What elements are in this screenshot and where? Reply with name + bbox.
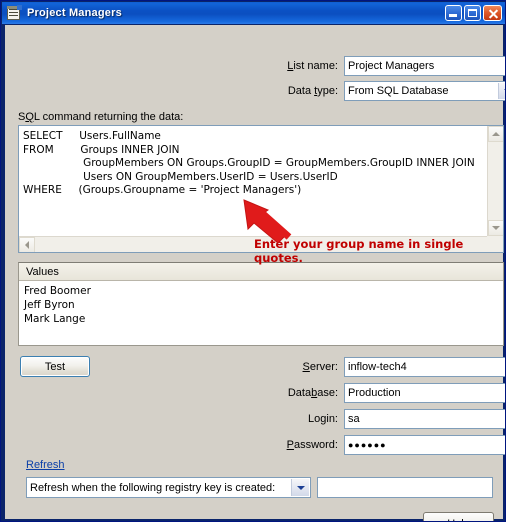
- database-input[interactable]: Production: [344, 382, 505, 403]
- refresh-link-label: Refresh: [26, 459, 65, 471]
- data-type-value: From SQL Database: [348, 84, 449, 97]
- data-type-label: Data type:: [287, 84, 338, 97]
- password-value: ●●●●●●: [348, 439, 387, 450]
- dialog-window: Project Managers List name: Project Mana…: [0, 0, 506, 522]
- refresh-condition-select[interactable]: Refresh when the following registry key …: [26, 477, 311, 498]
- refresh-key-input[interactable]: [317, 477, 493, 498]
- refresh-condition-value: Refresh when the following registry key …: [30, 481, 276, 494]
- list-name-label: List name:: [287, 59, 338, 72]
- sql-vertical-scrollbar[interactable]: [487, 126, 503, 236]
- list-item[interactable]: Fred Boomer: [24, 284, 503, 298]
- chevron-down-icon[interactable]: [498, 82, 505, 99]
- values-column-header: Values: [19, 263, 503, 281]
- database-row: Database: Production: [256, 382, 505, 403]
- data-type-select[interactable]: From SQL Database: [344, 80, 505, 101]
- help-button-label: Help: [447, 518, 470, 522]
- login-row: Login: sa: [256, 408, 505, 429]
- sql-command-label: SQL command returning the data:: [18, 111, 184, 123]
- list-name-row: List name: Project Managers: [256, 55, 505, 76]
- password-row: Password: ●●●●●●: [256, 434, 505, 455]
- sql-command-text: SELECT Users.FullName FROM Groups INNER …: [23, 130, 475, 196]
- list-item[interactable]: Mark Lange: [24, 312, 503, 326]
- help-button[interactable]: Help: [423, 512, 494, 522]
- maximize-icon: [468, 9, 477, 17]
- chevron-down-icon[interactable]: [291, 479, 309, 496]
- test-button[interactable]: Test: [20, 356, 90, 377]
- server-row: Server: inflow-tech4: [256, 356, 505, 377]
- window-title: Project Managers: [27, 7, 122, 19]
- login-value: sa: [348, 412, 360, 425]
- sql-horizontal-scrollbar[interactable]: [19, 236, 487, 252]
- scroll-up-icon[interactable]: [488, 126, 503, 142]
- values-panel[interactable]: Values Fred Boomer Jeff Byron Mark Lange: [18, 262, 504, 346]
- database-value: Production: [348, 386, 401, 399]
- title-bar[interactable]: Project Managers: [2, 2, 505, 24]
- scrollbar-corner: [487, 236, 503, 252]
- data-type-row: Data type: From SQL Database: [256, 80, 505, 101]
- password-input[interactable]: ●●●●●●: [344, 434, 505, 455]
- maximize-button[interactable]: [464, 5, 481, 21]
- scroll-down-icon[interactable]: [488, 220, 503, 236]
- sql-command-textarea[interactable]: SELECT Users.FullName FROM Groups INNER …: [18, 125, 504, 253]
- server-label: Server:: [302, 360, 338, 373]
- server-input[interactable]: inflow-tech4: [344, 356, 505, 377]
- server-value: inflow-tech4: [348, 360, 407, 373]
- login-input[interactable]: sa: [344, 408, 505, 429]
- list-name-value: Project Managers: [348, 59, 435, 72]
- caption-buttons: [445, 5, 504, 21]
- scroll-left-icon[interactable]: [19, 237, 35, 252]
- values-list[interactable]: Fred Boomer Jeff Byron Mark Lange: [19, 281, 503, 326]
- dialog-body: List name: Project Managers Data type: F…: [5, 25, 505, 522]
- list-document-icon: [6, 5, 22, 21]
- refresh-link[interactable]: Refresh: [26, 459, 65, 471]
- database-label: Database:: [287, 386, 338, 399]
- list-item[interactable]: Jeff Byron: [24, 298, 503, 312]
- minimize-icon: [449, 14, 457, 17]
- test-button-label: Test: [44, 360, 66, 373]
- login-label: Login:: [308, 412, 338, 425]
- close-button[interactable]: [483, 5, 502, 21]
- minimize-button[interactable]: [445, 5, 462, 21]
- password-label: Password:: [286, 438, 338, 451]
- list-name-input[interactable]: Project Managers: [344, 55, 505, 76]
